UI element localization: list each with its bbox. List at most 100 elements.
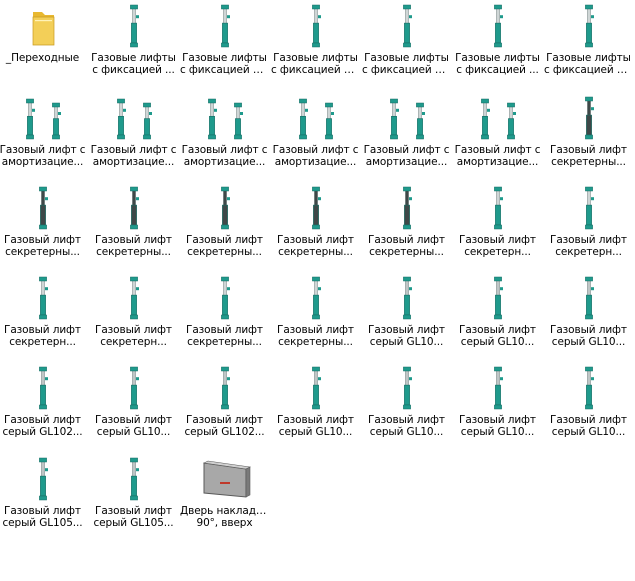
file-name-line-2: секретерны...	[278, 246, 353, 258]
file-item[interactable]: Газовые лифты с фиксацией п...	[543, 2, 634, 92]
file-name-line-1: Газовый лифт	[550, 234, 627, 246]
file-name-line-2: серый GL10...	[96, 426, 171, 438]
file-name-label: Газовый лифт секретерн...	[89, 324, 178, 348]
file-item[interactable]: Газовый лифт с амортизацие...	[88, 94, 179, 184]
file-name-line-1: Газовый лифт	[550, 414, 627, 426]
gas-lift-icon	[364, 2, 450, 50]
file-name-line-1: Газовые лифты	[364, 52, 449, 64]
file-name-line-1: Газовый лифт с	[272, 144, 359, 156]
file-name-line-2: секретерны...	[369, 246, 444, 258]
file-name-label: Газовый лифт с амортизацие...	[0, 144, 87, 168]
file-item[interactable]: Газовый лифт серый GL10...	[361, 364, 452, 454]
file-name-line-2: с фиксацией п...	[362, 64, 451, 76]
gas-lift-icon	[455, 2, 541, 50]
gas-lift-icon	[455, 274, 541, 322]
file-name-label: Газовый лифт с амортизацие...	[362, 144, 451, 168]
file-name-line-1: Газовый лифт	[4, 324, 81, 336]
file-name-label: Газовый лифт с амортизацие...	[89, 144, 178, 168]
file-item[interactable]: Газовый лифт серый GL10...	[361, 274, 452, 364]
file-item[interactable]: Газовый лифт серый GL10...	[543, 364, 634, 454]
file-item[interactable]: Газовые лифты с фиксацией ...	[452, 2, 543, 92]
file-name-line-2: амортизацие...	[1, 156, 84, 168]
gas-lift-icon	[91, 2, 177, 50]
file-name-line-1: Газовый лифт	[368, 324, 445, 336]
file-item[interactable]: Газовый лифт секретерны...	[88, 184, 179, 274]
file-item[interactable]: Газовые лифты с фиксацией п...	[361, 2, 452, 92]
file-name-line-2: секретерн...	[100, 336, 167, 348]
file-name-label: Газовый лифт с амортизацие...	[180, 144, 269, 168]
file-item[interactable]: Газовый лифт секретерны...	[0, 184, 88, 274]
file-name-line-2: с фиксацией п...	[271, 64, 360, 76]
file-item[interactable]: Газовый лифт секретерны...	[179, 274, 270, 364]
file-name-line-2: секретерны...	[278, 336, 353, 348]
file-name-label: Газовый лифт серый GL10...	[453, 414, 542, 438]
file-name-line-2: секретерн...	[464, 246, 531, 258]
file-item[interactable]: Газовый лифт секретерны...	[361, 184, 452, 274]
file-item[interactable]: Газовый лифт с амортизацие...	[179, 94, 270, 184]
file-item[interactable]: Газовые лифты с фиксацией п...	[179, 2, 270, 92]
file-name-line-1: Газовый лифт	[186, 414, 263, 426]
folder-item[interactable]: _Переходные	[0, 2, 88, 92]
file-name-line-1: Газовые лифты	[91, 52, 176, 64]
file-item[interactable]: Газовый лифт секретерны...	[270, 274, 361, 364]
file-item[interactable]: Газовый лифт серый GL10...	[543, 274, 634, 364]
file-item[interactable]: Газовый лифт с амортизацие...	[0, 94, 88, 184]
file-name-line-2: с фиксацией ...	[456, 64, 539, 76]
file-item[interactable]: Газовый лифт секретерны...	[270, 184, 361, 274]
file-name-line-2: секретерны...	[187, 246, 262, 258]
file-name-line-1: Газовый лифт	[277, 414, 354, 426]
file-item[interactable]: Газовый лифт серый GL10...	[270, 364, 361, 454]
file-item[interactable]: Газовый лифт серый GL105...	[88, 455, 179, 545]
file-name-label: Газовый лифт серый GL10...	[362, 324, 451, 348]
file-name-label: Газовый лифт секретерны...	[89, 234, 178, 258]
file-name-label: Дверь накладн., 90°, вверх	[180, 505, 269, 529]
gas-lift-pair-icon	[91, 94, 177, 142]
file-item[interactable]: Газовый лифт секретерны...	[179, 184, 270, 274]
file-name-line-2: амортизацие...	[183, 156, 266, 168]
file-item[interactable]: Газовый лифт с амортизацие...	[270, 94, 361, 184]
file-name-label: Газовый лифт секретерны...	[271, 324, 360, 348]
gas-lift-pair-icon	[0, 94, 86, 142]
file-item[interactable]: Газовый лифт серый GL10...	[88, 364, 179, 454]
file-name-line-1: Газовый лифт	[368, 234, 445, 246]
file-name-line-1: Газовый лифт	[368, 414, 445, 426]
file-name-label: Газовый лифт серый GL10...	[362, 414, 451, 438]
file-item[interactable]: Газовый лифт с амортизацие...	[452, 94, 543, 184]
file-item[interactable]: Газовый лифт серый GL102...	[0, 364, 88, 454]
file-name-label: _Переходные	[0, 52, 87, 64]
file-name-line-2: секретерны...	[5, 246, 80, 258]
file-item[interactable]: Газовый лифт серый GL10...	[452, 364, 543, 454]
file-name-line-1: Газовые лифты	[273, 52, 358, 64]
file-name-line-1: _Переходные	[5, 52, 80, 64]
file-name-line-1: Газовый лифт	[4, 505, 81, 517]
file-item[interactable]: Газовый лифт серый GL10...	[452, 274, 543, 364]
file-name-line-2: серый GL105...	[93, 517, 174, 529]
file-item[interactable]: Газовый лифт секретерн...	[543, 184, 634, 274]
gas-lift-icon	[91, 274, 177, 322]
gas-lift-icon	[273, 364, 359, 412]
file-item[interactable]: Газовый лифт секретерн...	[88, 274, 179, 364]
file-item[interactable]: Газовые лифты с фиксацией ...	[88, 2, 179, 92]
gas-lift-icon	[273, 2, 359, 50]
file-item[interactable]: Дверь накладн., 90°, вверх	[179, 455, 270, 545]
file-name-label: Газовый лифт серый GL10...	[271, 414, 360, 438]
file-name-label: Газовый лифт секретерны...	[0, 234, 87, 258]
file-name-label: Газовый лифт серый GL105...	[89, 505, 178, 529]
file-name-label: Газовый лифт с амортизацие...	[271, 144, 360, 168]
file-name-line-2: секретерны...	[187, 336, 262, 348]
file-item[interactable]: Газовый лифт секретерн...	[0, 274, 88, 364]
file-item[interactable]: Газовый лифт серый GL105...	[0, 455, 88, 545]
file-name-line-1: Газовые лифты	[546, 52, 631, 64]
file-name-label: Газовый лифт серый GL102...	[180, 414, 269, 438]
file-name-line-2: серый GL105...	[2, 517, 83, 529]
file-item[interactable]: Газовый лифт секретерны...	[543, 94, 634, 184]
file-item[interactable]: Газовый лифт серый GL102...	[179, 364, 270, 454]
file-name-line-2: с фиксацией п...	[180, 64, 269, 76]
file-item[interactable]: Газовые лифты с фиксацией п...	[270, 2, 361, 92]
file-name-label: Газовые лифты с фиксацией п...	[362, 52, 451, 76]
file-name-line-2: серый GL10...	[460, 336, 535, 348]
file-item[interactable]: Газовый лифт с амортизацие...	[361, 94, 452, 184]
file-name-line-1: Газовый лифт	[277, 324, 354, 336]
gas-lift-pair-icon	[364, 94, 450, 142]
file-item[interactable]: Газовый лифт секретерн...	[452, 184, 543, 274]
